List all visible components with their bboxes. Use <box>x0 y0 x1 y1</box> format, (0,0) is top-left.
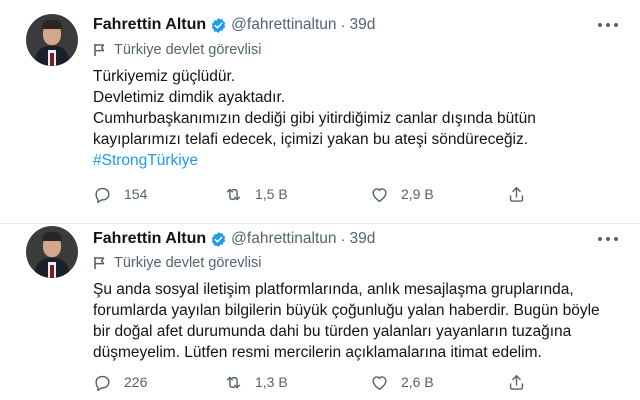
tweet-line: forumlarda yayılan bilgilerin büyük çoğu… <box>93 302 600 319</box>
separator-dot: · <box>340 230 346 248</box>
retweet-icon <box>226 376 241 388</box>
heart-icon <box>372 187 387 202</box>
tweet-text: Türkiyemiz güçlüdür. Devletimiz dimdik a… <box>93 66 628 171</box>
tweet-line: Cumhurbaşkanımızın dediği gibi yitirdiği… <box>93 110 536 127</box>
reply-bubble-icon <box>95 187 110 203</box>
share-button[interactable] <box>507 370 526 394</box>
hashtag-link[interactable]: #StrongTürkiye <box>93 150 628 171</box>
flag-icon <box>94 257 105 269</box>
heart-icon <box>372 375 387 390</box>
share-icon <box>509 186 524 202</box>
retweet-button[interactable]: 1,3 B <box>224 370 288 394</box>
reply-button[interactable]: 154 <box>93 182 147 206</box>
tweet-actions: 226 1,3 B 2,6 B <box>93 370 613 394</box>
tweet-line: kayıplarımızı telafi edecek, içimizi yak… <box>93 131 529 148</box>
tweet-timestamp[interactable]: 39d <box>350 16 376 34</box>
avatar[interactable] <box>26 226 78 278</box>
reply-button[interactable]: 226 <box>93 370 147 394</box>
flag-icon <box>94 44 105 56</box>
retweet-icon <box>226 188 241 200</box>
more-dots-icon[interactable] <box>598 17 618 33</box>
share-button[interactable] <box>507 182 526 206</box>
retweet-count: 1,3 B <box>255 374 288 390</box>
reply-bubble-icon <box>95 375 110 391</box>
avatar[interactable] <box>26 14 78 66</box>
author-name[interactable]: Fahrettin Altun <box>93 230 206 248</box>
government-label[interactable]: Türkiye devlet görevlisi <box>93 41 261 59</box>
like-button[interactable]: 2,9 B <box>370 182 434 206</box>
separator-dot: · <box>340 16 346 34</box>
author-handle[interactable]: @fahrettinaltun <box>231 16 336 34</box>
tweet-line: Devletimiz dimdik ayaktadır. <box>93 89 286 106</box>
reply-count: 226 <box>124 374 148 390</box>
verified-badge-icon <box>212 17 226 33</box>
tweet-line: bir doğal afet durumunda dahi bu türden … <box>93 323 572 340</box>
tweet-line: düşmeyelim. Lütfen resmi mercilerin açık… <box>93 344 542 361</box>
label-text: Türkiye devlet görevlisi <box>114 255 262 271</box>
retweet-count: 1,5 B <box>255 186 288 202</box>
verified-badge-icon <box>212 231 226 247</box>
reply-count: 154 <box>124 186 148 202</box>
retweet-button[interactable]: 1,5 B <box>224 182 288 206</box>
label-text: Türkiye devlet görevlisi <box>114 42 262 58</box>
tweet-text: Şu anda sosyal iletişim platformlarında,… <box>93 279 628 363</box>
tweet-2[interactable]: Fahrettin Altun @fahrettinaltun · 39d Tü… <box>0 224 640 400</box>
share-icon <box>509 374 524 390</box>
like-button[interactable]: 2,6 B <box>370 370 434 394</box>
like-count: 2,6 B <box>401 374 434 390</box>
tweet-header: Fahrettin Altun @fahrettinaltun · 39d <box>93 14 375 36</box>
government-label[interactable]: Türkiye devlet görevlisi <box>93 254 261 272</box>
tweet-line: Şu anda sosyal iletişim platformlarında,… <box>93 281 574 298</box>
tweet-line: Türkiyemiz güçlüdür. <box>93 68 236 85</box>
like-count: 2,9 B <box>401 186 434 202</box>
tweet-1[interactable]: Fahrettin Altun @fahrettinaltun · 39d Tü… <box>0 0 640 224</box>
author-name[interactable]: Fahrettin Altun <box>93 16 206 34</box>
tweet-timestamp[interactable]: 39d <box>350 230 376 248</box>
author-handle[interactable]: @fahrettinaltun <box>231 230 336 248</box>
more-dots-icon[interactable] <box>598 231 618 247</box>
tweet-header: Fahrettin Altun @fahrettinaltun · 39d <box>93 228 375 250</box>
tweet-actions: 154 1,5 B 2,9 B <box>93 182 613 206</box>
